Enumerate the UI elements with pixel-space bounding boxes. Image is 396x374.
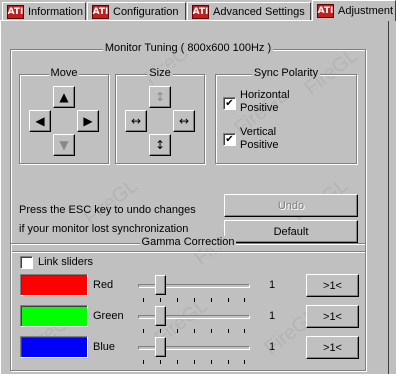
monitor-tuning-title: Monitor Tuning ( 800x600 100Hz ) — [102, 42, 274, 54]
tab-adjustment[interactable]: ATI Adjustment — [312, 0, 396, 21]
esc-hint-line-1: Press the ESC key to undo changes — [19, 204, 196, 216]
size-vertical-shrink-button[interactable]: ↕ — [149, 86, 171, 108]
monitor-tuning-group: Monitor Tuning ( 800x600 100Hz ) Move ▲ … — [10, 42, 366, 252]
blue-reset-button[interactable]: >1< — [306, 336, 359, 359]
vertical-grow-icon: ↕ — [154, 138, 166, 152]
move-left-button[interactable]: ◀ — [29, 110, 51, 132]
red-reset-button[interactable]: >1< — [306, 274, 359, 297]
move-group: Move ▲ ◀ ▶ ▼ — [19, 67, 109, 164]
vertical-positive-checkbox[interactable]: ✔ — [223, 133, 236, 146]
tab-label: Adjustment — [338, 5, 394, 17]
green-slider-ticks — [143, 329, 245, 333]
red-gamma-value: 1 — [269, 279, 276, 291]
arrow-right-icon: ▶ — [83, 114, 93, 128]
adjustment-panel: FireGL FireGL FireGL FireGL FireGL FireG… — [0, 20, 389, 374]
size-group: Size ↕ ↔ ↔ ↕ — [115, 67, 205, 164]
tab-label: Configuration — [113, 5, 179, 18]
move-up-button[interactable]: ▲ — [53, 86, 75, 108]
ati-logo-icon: ATI — [192, 4, 209, 19]
green-label: Green — [93, 310, 124, 322]
size-vertical-grow-button[interactable]: ↕ — [149, 134, 171, 156]
tab-bar: ATI Information ATI Configuration ATI Ad… — [0, 0, 396, 22]
horizontal-positive-checkbox[interactable]: ✔ — [223, 97, 236, 110]
blue-slider-ticks — [143, 360, 245, 364]
ati-logo-icon: ATI — [7, 4, 24, 19]
move-right-button[interactable]: ▶ — [77, 110, 99, 132]
undo-button[interactable]: Undo — [224, 194, 358, 217]
blue-label: Blue — [93, 341, 116, 353]
arrow-up-icon: ▲ — [59, 90, 69, 104]
blue-gamma-value: 1 — [269, 341, 276, 353]
horizontal-positive-label: Horizontal Positive — [240, 89, 290, 114]
arrow-down-icon: ▼ — [59, 138, 69, 152]
tab-label: Advanced Settings — [213, 5, 305, 18]
green-slider-thumb[interactable] — [155, 306, 166, 326]
tab-advanced-settings[interactable]: ATI Advanced Settings — [187, 2, 311, 20]
link-sliders-checkbox[interactable] — [20, 256, 33, 269]
arrow-left-icon: ◀ — [35, 114, 45, 128]
link-sliders-label: Link sliders — [38, 256, 94, 268]
tab-information[interactable]: ATI Information — [2, 2, 86, 20]
ati-logo-icon: ATI — [92, 4, 109, 19]
horizontal-shrink-icon: ↔ — [130, 114, 142, 128]
move-title: Move — [48, 67, 80, 79]
tab-configuration[interactable]: ATI Configuration — [87, 2, 186, 20]
blue-color-swatch — [20, 336, 88, 358]
ati-logo-icon: ATI — [317, 4, 334, 18]
vertical-resize-icon: ↕ — [154, 90, 166, 104]
esc-hint-line-2: if your monitor lost synchronization — [19, 223, 189, 235]
horizontal-grow-icon: ↔ — [178, 114, 190, 128]
red-color-swatch — [20, 274, 88, 296]
gamma-correction-group: Gamma Correction Link sliders Red 1 >1< … — [10, 236, 366, 371]
red-slider-thumb[interactable] — [155, 275, 166, 295]
red-label: Red — [93, 279, 114, 291]
vertical-positive-label: Vertical Positive — [240, 126, 279, 151]
green-gamma-value: 1 — [269, 310, 276, 322]
size-horizontal-grow-button[interactable]: ↔ — [173, 110, 195, 132]
sync-polarity-title: Sync Polarity — [251, 67, 321, 79]
size-title: Size — [147, 67, 173, 79]
green-reset-button[interactable]: >1< — [306, 305, 359, 328]
move-down-button[interactable]: ▼ — [53, 134, 75, 156]
size-horizontal-shrink-button[interactable]: ↔ — [125, 110, 147, 132]
tab-label: Information — [28, 5, 84, 18]
red-slider-ticks — [143, 298, 245, 302]
green-color-swatch — [20, 305, 88, 327]
blue-slider-thumb[interactable] — [155, 337, 166, 357]
gamma-correction-title: Gamma Correction — [139, 236, 237, 248]
sync-polarity-group: Sync Polarity ✔ Horizontal Positive ✔ Ve… — [215, 67, 357, 164]
